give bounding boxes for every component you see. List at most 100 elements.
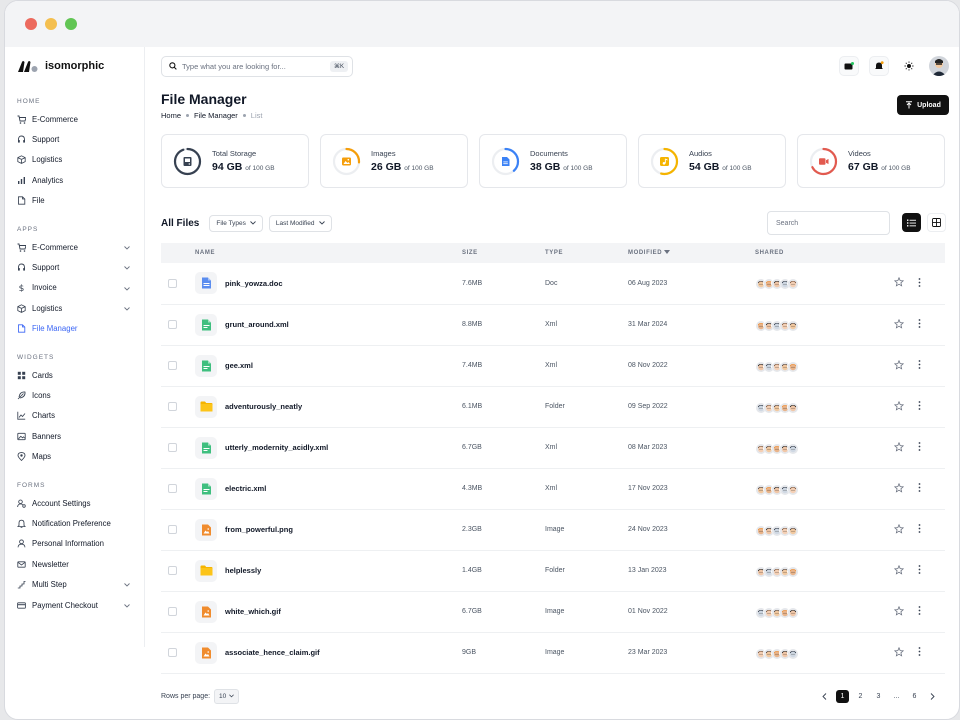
more-options-icon[interactable] (918, 442, 921, 453)
more-options-icon[interactable] (918, 401, 921, 412)
storage-card-videos[interactable]: Videos 67 GB of 100 GB (797, 134, 945, 188)
sidebar-item-notification-preference[interactable]: Notification Preference (17, 513, 144, 533)
row-checkbox[interactable] (168, 566, 177, 575)
sidebar-item-newsletter[interactable]: Newsletter (17, 554, 144, 574)
row-checkbox[interactable] (168, 278, 177, 288)
table-row[interactable]: from_powerful.png 2.3GB Image 24 Nov 2023 (161, 509, 945, 551)
maximize-window-button[interactable] (65, 18, 77, 30)
star-icon[interactable] (893, 564, 905, 577)
sidebar-item-support[interactable]: Support (17, 129, 144, 149)
column-size[interactable]: SIZE (462, 243, 545, 263)
table-row[interactable]: utterly_modernity_acidly.xml 6.7GB Xml 08 M… (161, 427, 945, 469)
sidebar-item-file-manager[interactable]: File Manager (17, 319, 144, 339)
more-options-icon[interactable] (918, 647, 921, 658)
star-icon[interactable] (893, 359, 905, 372)
page-button-1[interactable]: 1 (836, 689, 849, 703)
shared-avatars[interactable] (755, 524, 865, 536)
sidebar-item-payment-checkout[interactable]: Payment Checkout (17, 595, 144, 615)
file-name[interactable]: adventurously_neatly (225, 402, 302, 411)
more-options-icon[interactable] (918, 565, 921, 576)
shared-avatars[interactable] (755, 401, 865, 413)
sidebar-item-analytics[interactable]: Analytics (17, 170, 144, 190)
sidebar-item-file[interactable]: File (17, 191, 144, 211)
breadcrumb-file-manager[interactable]: File Manager (194, 111, 238, 120)
next-page-button[interactable] (926, 690, 939, 703)
file-types-filter[interactable]: File Types (209, 214, 263, 232)
row-checkbox[interactable] (168, 361, 177, 370)
file-name[interactable]: helplessly (225, 566, 261, 575)
file-name[interactable]: utterly_modernity_acidly.xml (225, 443, 328, 452)
more-options-icon[interactable] (918, 483, 921, 494)
sidebar-item-multi-step[interactable]: Multi Step (17, 574, 144, 594)
more-options-icon[interactable] (918, 360, 921, 371)
storage-card-documents[interactable]: Documents 38 GB of 100 GB (479, 134, 627, 188)
file-name[interactable]: electric.xml (225, 484, 266, 493)
table-row[interactable]: helplessly 1.4GB Folder 13 Jan 2023 (161, 550, 945, 592)
notifications-button[interactable] (869, 56, 889, 76)
sidebar-item-e-commerce[interactable]: E-Commerce (17, 109, 144, 129)
sidebar-item-logistics[interactable]: Logistics (17, 150, 144, 170)
sidebar-item-logistics[interactable]: Logistics (17, 298, 144, 318)
prev-page-button[interactable] (818, 690, 831, 703)
storage-card-images[interactable]: Images 26 GB of 100 GB (320, 134, 468, 188)
grid-view-button[interactable] (927, 213, 946, 232)
column-name[interactable]: NAME (195, 243, 462, 263)
table-row[interactable]: associate_hence_claim.gif 9GB Image 23 Mar … (161, 632, 945, 674)
sidebar-item-banners[interactable]: Banners (17, 426, 144, 446)
star-icon[interactable] (893, 605, 905, 618)
row-checkbox[interactable] (168, 484, 177, 493)
page-button-6[interactable]: 6 (908, 690, 921, 703)
messages-button[interactable] (839, 56, 859, 76)
page-button-3[interactable]: 3 (872, 690, 885, 703)
file-name[interactable]: grunt_around.xml (225, 320, 289, 329)
more-options-icon[interactable] (918, 277, 921, 289)
row-checkbox[interactable] (168, 648, 177, 657)
last-modified-filter[interactable]: Last Modified (268, 214, 332, 232)
file-name[interactable]: white_which.gif (225, 607, 281, 616)
page-button-2[interactable]: 2 (854, 690, 867, 703)
theme-toggle-button[interactable] (899, 56, 919, 76)
table-row[interactable]: white_which.gif 6.7GB Image 01 Nov 2022 (161, 591, 945, 633)
sidebar-item-invoice[interactable]: $ Invoice (17, 278, 144, 298)
close-window-button[interactable] (25, 18, 37, 30)
global-search-input[interactable]: Type what you are looking for... ⌘K (161, 55, 353, 77)
table-row[interactable]: gee.xml 7.4MB Xml 08 Nov 2022 (161, 345, 945, 387)
more-options-icon[interactable] (918, 524, 921, 535)
shared-avatars[interactable] (755, 647, 865, 659)
user-avatar[interactable] (929, 56, 949, 76)
star-icon[interactable] (893, 318, 905, 331)
table-row[interactable]: adventurously_neatly 6.1MB Folder 09 Sep 20… (161, 386, 945, 428)
sidebar-item-personal-information[interactable]: Personal Information (17, 534, 144, 554)
sidebar-item-e-commerce[interactable]: E-Commerce (17, 237, 144, 257)
upload-button[interactable]: Upload (897, 95, 949, 115)
sidebar-item-icons[interactable]: Icons (17, 385, 144, 405)
shared-avatars[interactable] (755, 319, 865, 331)
column-modified[interactable]: MODIFIED (628, 243, 755, 263)
star-icon[interactable] (893, 277, 905, 289)
column-type[interactable]: TYPE (545, 243, 628, 263)
breadcrumb-home[interactable]: Home (161, 111, 181, 120)
table-row[interactable]: pink_yowza.doc 7.6MB Doc 06 Aug 2023 (161, 263, 945, 305)
row-checkbox[interactable] (168, 443, 177, 452)
sidebar-item-account-settings[interactable]: Account Settings (17, 493, 144, 513)
file-name[interactable]: from_powerful.png (225, 525, 293, 534)
list-view-button[interactable] (902, 213, 921, 232)
storage-card-audios[interactable]: Audios 54 GB of 100 GB (638, 134, 786, 188)
star-icon[interactable] (893, 646, 905, 659)
storage-card-total-storage[interactable]: Total Storage 94 GB of 100 GB (161, 134, 309, 188)
row-checkbox[interactable] (168, 320, 177, 329)
row-checkbox[interactable] (168, 525, 177, 534)
sidebar-item-cards[interactable]: Cards (17, 365, 144, 385)
sidebar-item-maps[interactable]: Maps (17, 446, 144, 466)
table-row[interactable]: electric.xml 4.3MB Xml 17 Nov 2023 (161, 468, 945, 510)
sidebar-item-charts[interactable]: Charts (17, 406, 144, 426)
star-icon[interactable] (893, 400, 905, 413)
shared-avatars[interactable] (755, 442, 865, 454)
more-options-icon[interactable] (918, 319, 921, 330)
minimize-window-button[interactable] (45, 18, 57, 30)
star-icon[interactable] (893, 523, 905, 536)
table-row[interactable]: grunt_around.xml 8.8MB Xml 31 Mar 2024 (161, 304, 945, 346)
file-name[interactable]: gee.xml (225, 361, 253, 370)
file-name[interactable]: associate_hence_claim.gif (225, 648, 320, 657)
shared-avatars[interactable] (755, 483, 865, 495)
